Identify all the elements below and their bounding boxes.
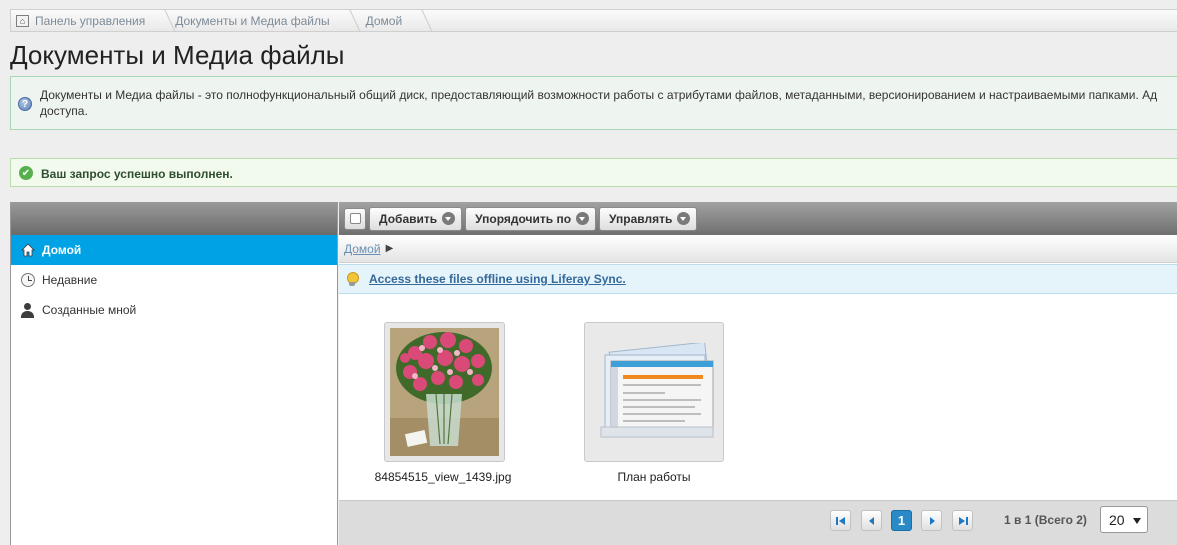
image-thumbnail [384,322,505,462]
breadcrumb-item-home[interactable]: Домой [352,10,425,31]
pagination-bar: 1 1 в 1 (Всего 2) 20 [339,500,1177,545]
sidebar-item-home[interactable]: Домой [11,235,337,265]
path-link-home[interactable]: Домой [344,242,381,256]
info-text: Документы и Медиа файлы - это полнофункц… [40,88,1158,118]
file-name: План работы [617,470,691,484]
next-page-button[interactable] [921,510,942,531]
toolbar: Добавить Упорядочить по Управлять [339,202,1177,235]
items-per-page-value: 20 [1109,511,1125,528]
file-grid: 84854515_view_1439.jpg План работы [339,295,1177,500]
select-all-checkbox[interactable] [344,207,366,230]
previous-page-button[interactable] [861,510,882,531]
folder-path: Домой ▶ [339,235,1177,263]
breadcrumb-label: Панель управления [35,13,146,28]
breadcrumb-label: Домой [365,13,403,28]
sidebar: Домой Недавние Созданные мной [11,202,338,545]
add-button[interactable]: Добавить [369,206,463,231]
sidebar-item-label: Недавние [42,273,98,287]
info-message: ? Документы и Медиа файлы - это полнофун… [10,76,1177,130]
arrow-right-icon: ▶ [385,243,394,254]
liferay-sync-link[interactable]: Access these files offline using Liferay… [369,272,626,286]
pagination-summary: 1 в 1 (Всего 2) [1004,513,1087,527]
home-icon [20,242,36,258]
breadcrumb: ⌂ Панель управления Документы и Медиа фа… [10,9,1177,32]
control-panel-icon: ⌂ [16,14,29,27]
content-area: Добавить Упорядочить по Управлять Домой … [339,202,1177,545]
page-title: Документы и Медиа файлы [10,40,345,70]
document-thumbnail [584,322,724,462]
sync-notice: Access these files offline using Liferay… [339,264,1177,294]
file-tile-image[interactable]: 84854515_view_1439.jpg [373,295,513,485]
sidebar-item-mine[interactable]: Созданные мной [11,295,337,325]
sidebar-item-label: Созданные мной [42,303,137,317]
lightbulb-icon [346,271,359,287]
breadcrumb-item-control-panel[interactable]: ⌂ Панель управления [11,10,167,31]
first-page-button[interactable] [830,510,851,531]
help-icon: ? [18,97,32,111]
success-message: ✔ Ваш запрос успешно выполнен. [10,158,1177,187]
documents-panel: Домой Недавние Созданные мной Добавить У… [10,202,1177,545]
clock-icon [20,272,36,288]
check-circle-icon: ✔ [19,166,33,180]
manage-button[interactable]: Управлять [599,206,698,231]
sort-by-button[interactable]: Упорядочить по [465,206,597,231]
manage-button-label: Управлять [609,211,673,226]
add-button-label: Добавить [379,211,438,226]
items-per-page-select[interactable]: 20 [1100,506,1148,533]
success-text: Ваш запрос успешно выполнен. [41,167,233,181]
sidebar-item-recent[interactable]: Недавние [11,265,337,295]
last-page-button[interactable] [952,510,973,531]
file-name: 84854515_view_1439.jpg [374,470,512,484]
chevron-down-icon [442,212,456,225]
sidebar-item-label: Домой [42,243,82,257]
sidebar-header [11,202,337,235]
dropdown-arrow-icon [1133,518,1141,524]
sort-button-label: Упорядочить по [475,211,572,226]
breadcrumb-item-documents[interactable]: Документы и Медиа файлы [167,10,351,31]
breadcrumb-label: Документы и Медиа файлы [175,13,330,28]
page-button-current[interactable]: 1 [891,510,912,531]
user-icon [20,302,36,318]
chevron-down-icon [677,212,691,225]
chevron-down-icon [576,212,590,225]
file-tile-document[interactable]: План работы [583,295,725,485]
